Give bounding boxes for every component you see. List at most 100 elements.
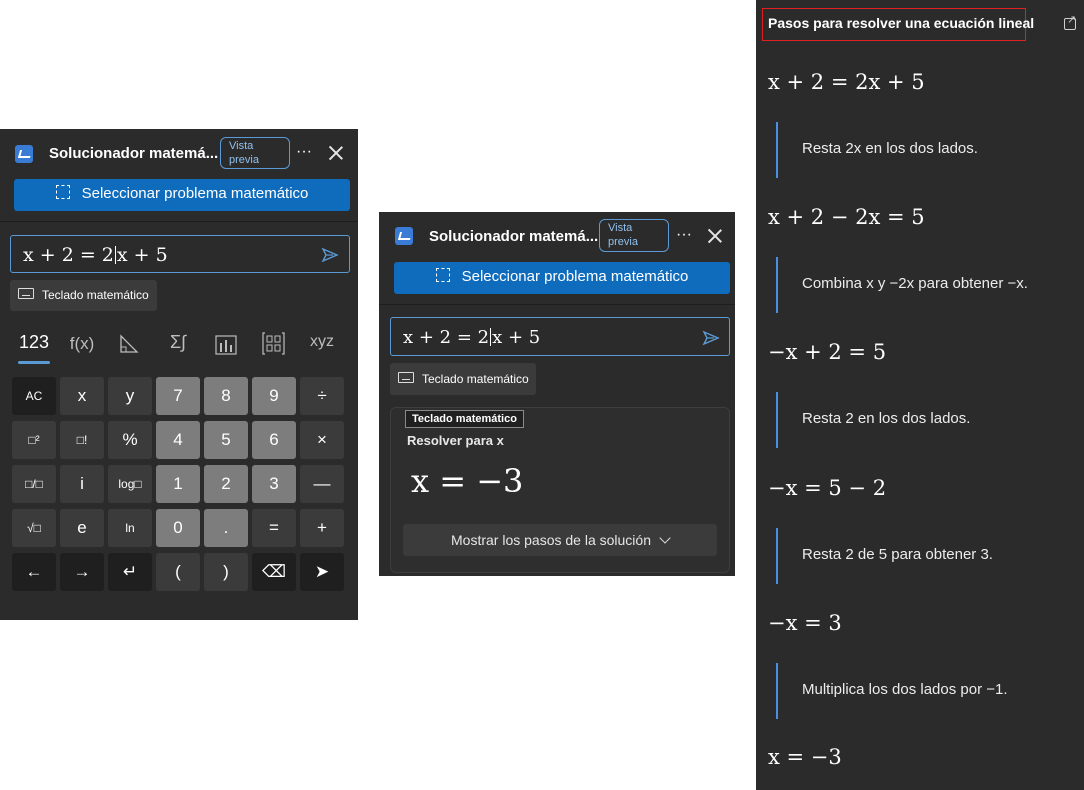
math-input-field[interactable]: x + 2 = 2x + 5 bbox=[10, 235, 350, 273]
preview-badge-line2: previa bbox=[229, 154, 259, 166]
tab-variables[interactable]: xyz bbox=[302, 333, 342, 351]
step-equation: x + 2 − 2x = 5 bbox=[768, 205, 925, 229]
euler-key[interactable]: e bbox=[60, 509, 104, 547]
step-equation: x + 2 = 2x + 5 bbox=[768, 70, 925, 94]
decimal-key[interactable]: . bbox=[204, 509, 248, 547]
active-tab-indicator bbox=[18, 361, 50, 364]
more-options-button[interactable]: ··· bbox=[673, 227, 695, 248]
math-keyboard-button[interactable]: Teclado matemático bbox=[10, 280, 157, 311]
zero-key[interactable]: 0 bbox=[156, 509, 200, 547]
step-explanation: Multiplica los dos lados por −1. bbox=[802, 681, 1008, 698]
submit-key[interactable]: ➤ bbox=[300, 553, 344, 591]
solution-steps-panel: Pasos para resolver una ecuación lineal … bbox=[756, 0, 1084, 790]
input-expression-after-caret: x + 5 bbox=[116, 244, 168, 266]
select-math-problem-button[interactable]: Seleccionar problema matemático bbox=[14, 179, 350, 211]
text-caret bbox=[114, 246, 116, 264]
preview-badge-line2: previa bbox=[608, 236, 638, 248]
preview-badge-line1: Vista bbox=[608, 222, 633, 234]
percent-key[interactable]: % bbox=[108, 421, 152, 459]
calculator-panel: Solucionador matemá... Vista previa ··· … bbox=[0, 129, 358, 620]
tab-calculus[interactable]: Σ∫ bbox=[160, 332, 196, 353]
show-steps-label: Mostrar los pasos de la solución bbox=[451, 532, 651, 548]
right-arrow-key[interactable]: → bbox=[60, 553, 104, 591]
close-paren-key[interactable]: ) bbox=[204, 553, 248, 591]
math-keyboard-button[interactable]: Teclado matemático bbox=[390, 363, 536, 395]
tab-matrix-icon[interactable] bbox=[261, 331, 286, 356]
step-equation: x = −3 bbox=[768, 745, 842, 769]
preview-badge-line1: Vista bbox=[229, 140, 254, 152]
math-keyboard-label: Teclado matemático bbox=[422, 372, 529, 386]
app-title: Solucionador matemá... bbox=[49, 145, 219, 162]
equals-key[interactable]: = bbox=[252, 509, 296, 547]
step-connector bbox=[776, 122, 778, 178]
select-math-problem-label: Seleccionar problema matemático bbox=[461, 268, 689, 285]
square-key[interactable]: □² bbox=[12, 421, 56, 459]
divide-key[interactable]: ÷ bbox=[300, 377, 344, 415]
all-clear-key[interactable]: AC bbox=[12, 377, 56, 415]
math-input-expression: x + 2 = 2x + 5 bbox=[403, 327, 540, 348]
step-equation: −x + 2 = 5 bbox=[768, 340, 887, 364]
ln-key[interactable]: ln bbox=[108, 509, 152, 547]
math-input-field[interactable]: x + 2 = 2x + 5 bbox=[390, 317, 730, 356]
step-explanation: Resta 2 de 5 para obtener 3. bbox=[802, 546, 993, 563]
three-key[interactable]: 3 bbox=[252, 465, 296, 503]
math-solver-app-icon bbox=[395, 227, 413, 245]
step-explanation: Resta 2 en los dos lados. bbox=[802, 410, 971, 427]
tab-functions[interactable]: f(x) bbox=[62, 334, 102, 354]
open-paren-key[interactable]: ( bbox=[156, 553, 200, 591]
divider bbox=[379, 304, 735, 305]
input-expression-after-caret: x + 5 bbox=[492, 327, 541, 348]
send-icon[interactable] bbox=[321, 246, 339, 264]
solution-card: Resolver para x x = −3 Mostrar los pasos… bbox=[390, 407, 730, 573]
close-icon[interactable] bbox=[327, 144, 345, 162]
step-connector bbox=[776, 528, 778, 584]
step-explanation: Resta 2x en los dos lados. bbox=[802, 140, 978, 157]
eight-key[interactable]: 8 bbox=[204, 377, 248, 415]
tab-statistics-icon[interactable] bbox=[214, 332, 238, 356]
seven-key[interactable]: 7 bbox=[156, 377, 200, 415]
send-icon[interactable] bbox=[702, 329, 720, 347]
text-caret bbox=[490, 328, 492, 346]
keyboard-icon bbox=[398, 372, 414, 383]
step-connector bbox=[776, 392, 778, 448]
solution-result: x = −3 bbox=[411, 462, 524, 500]
selection-icon bbox=[435, 268, 450, 282]
x-key[interactable]: x bbox=[60, 377, 104, 415]
more-options-button[interactable]: ··· bbox=[293, 144, 315, 165]
one-key[interactable]: 1 bbox=[156, 465, 200, 503]
minus-key[interactable]: — bbox=[300, 465, 344, 503]
math-input-expression: x + 2 = 2x + 5 bbox=[23, 244, 168, 266]
input-expression-before-caret: x + 2 = 2 bbox=[403, 327, 490, 348]
multiply-key[interactable]: × bbox=[300, 421, 344, 459]
solver-result-panel: Solucionador matemá... Vista previa ··· … bbox=[379, 212, 735, 576]
sqrt-key[interactable]: √□ bbox=[12, 509, 56, 547]
math-solver-app-icon bbox=[15, 145, 33, 163]
five-key[interactable]: 5 bbox=[204, 421, 248, 459]
imaginary-key[interactable]: i bbox=[60, 465, 104, 503]
math-keyboard-label: Teclado matemático bbox=[42, 288, 149, 302]
six-key[interactable]: 6 bbox=[252, 421, 296, 459]
log-key[interactable]: log□ bbox=[108, 465, 152, 503]
input-expression-before-caret: x + 2 = 2 bbox=[23, 244, 114, 266]
enter-key[interactable]: ↵ bbox=[108, 553, 152, 591]
tab-numbers[interactable]: 123 bbox=[14, 332, 54, 353]
y-key[interactable]: y bbox=[108, 377, 152, 415]
chevron-down-icon bbox=[659, 532, 671, 544]
backspace-key[interactable]: ⌫ bbox=[252, 553, 296, 591]
factorial-key[interactable]: □! bbox=[60, 421, 104, 459]
nine-key[interactable]: 9 bbox=[252, 377, 296, 415]
four-key[interactable]: 4 bbox=[156, 421, 200, 459]
keyboard-icon bbox=[18, 288, 34, 299]
solve-for-label: Resolver para x bbox=[407, 433, 504, 448]
app-title: Solucionador matemá... bbox=[429, 228, 599, 245]
show-solution-steps-button[interactable]: Mostrar los pasos de la solución bbox=[403, 524, 717, 556]
select-math-problem-label: Seleccionar problema matemático bbox=[81, 185, 309, 202]
two-key[interactable]: 2 bbox=[204, 465, 248, 503]
keypad: AC x y 7 8 9 ÷ □² □!% 4 5 6 × □/□ i log□ 1 2 3— √□ e ln 0. = + ← →… bbox=[12, 377, 348, 599]
left-arrow-key[interactable]: ← bbox=[12, 553, 56, 591]
tab-geometry-icon[interactable] bbox=[118, 333, 140, 355]
select-math-problem-button[interactable]: Seleccionar problema matemático bbox=[394, 262, 730, 294]
close-icon[interactable] bbox=[706, 227, 724, 245]
plus-key[interactable]: + bbox=[300, 509, 344, 547]
fraction-key[interactable]: □/□ bbox=[12, 465, 56, 503]
